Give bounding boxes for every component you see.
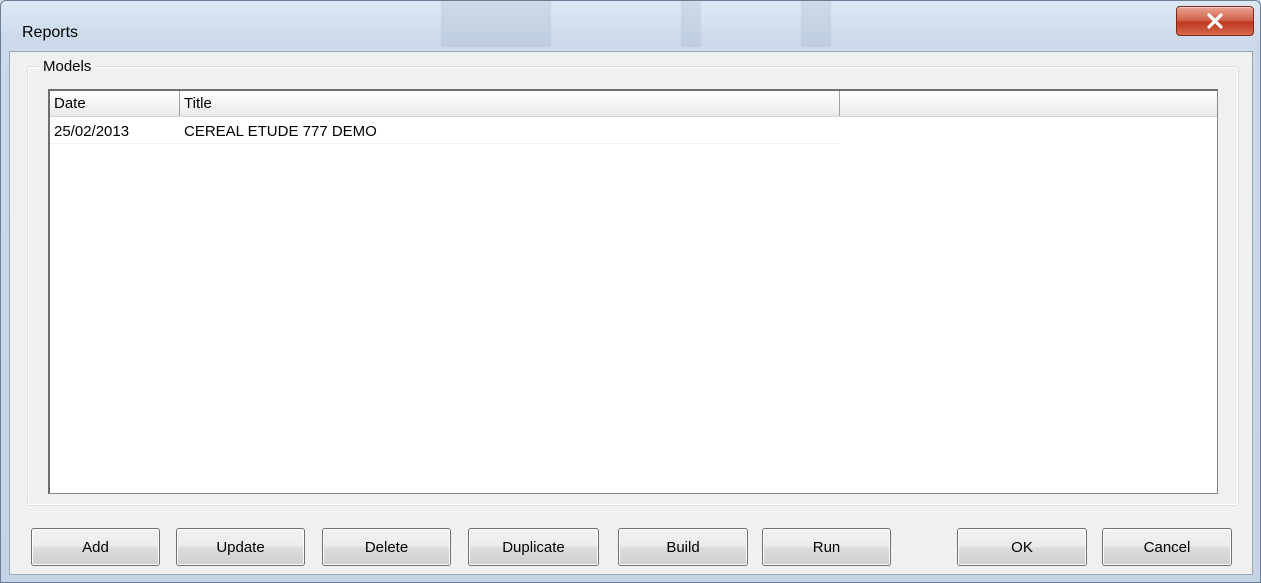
models-group-label: Models: [39, 58, 96, 76]
ok-button[interactable]: OK: [957, 528, 1087, 566]
add-button[interactable]: Add: [31, 528, 160, 566]
duplicate-button[interactable]: Duplicate: [468, 528, 599, 566]
cancel-button[interactable]: Cancel: [1102, 528, 1232, 566]
close-icon: [1207, 13, 1223, 29]
row-date: 25/02/2013: [54, 123, 130, 140]
run-button[interactable]: Run: [762, 528, 891, 566]
reports-dialog: Reports Models Date Title 25/02/2013 CER…: [0, 0, 1261, 583]
list-header: Date Title: [50, 91, 1217, 117]
build-button[interactable]: Build: [618, 528, 748, 566]
table-row[interactable]: 25/02/2013 CEREAL ETUDE 777 DEMO: [50, 120, 840, 144]
column-header-date[interactable]: Date: [50, 91, 180, 116]
delete-button[interactable]: Delete: [322, 528, 451, 566]
column-header-title[interactable]: Title: [180, 91, 840, 116]
update-button[interactable]: Update: [176, 528, 305, 566]
close-button[interactable]: [1176, 6, 1254, 36]
window-title: Reports: [22, 24, 79, 41]
models-list[interactable]: Date Title 25/02/2013 CEREAL ETUDE 777 D…: [48, 89, 1218, 494]
title-bar[interactable]: Reports: [1, 1, 1260, 51]
row-title: CEREAL ETUDE 777 DEMO: [184, 123, 377, 140]
